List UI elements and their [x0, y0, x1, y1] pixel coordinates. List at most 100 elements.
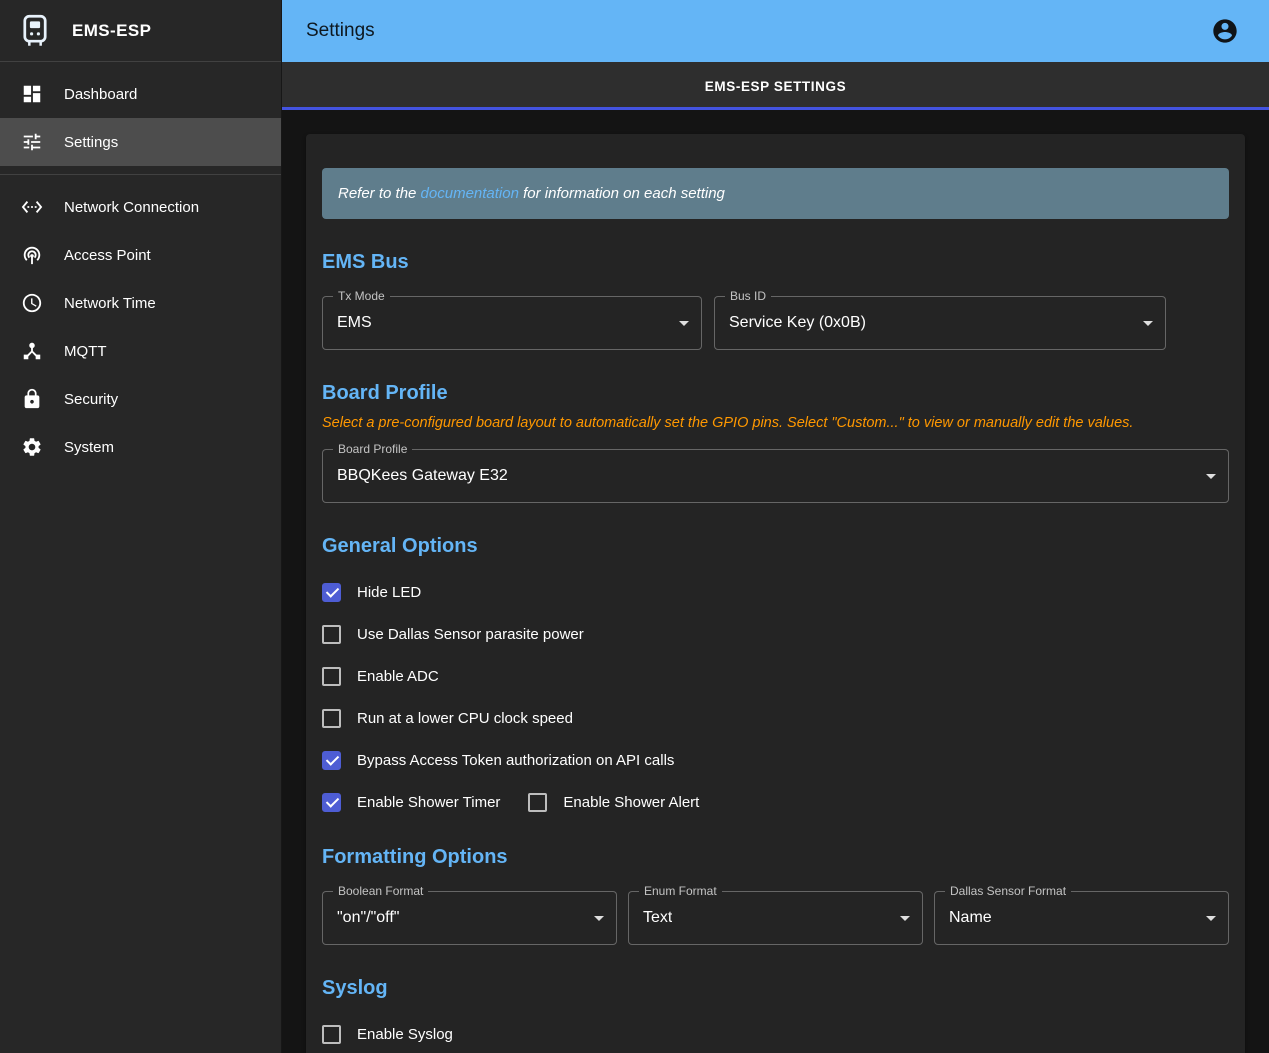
checkbox-row-enable-syslog[interactable]: Enable Syslog — [322, 1022, 1229, 1046]
content-area: Refer to the documentation for informati… — [282, 110, 1269, 1053]
page-title: Settings — [306, 20, 375, 42]
section-title-ems-bus: EMS Bus — [322, 251, 1229, 274]
section-title-general-options: General Options — [322, 535, 1229, 558]
checkbox-label: Enable ADC — [357, 668, 439, 685]
tab-ems-esp-settings[interactable]: EMS-ESP SETTINGS — [282, 62, 1269, 110]
info-banner: Refer to the documentation for informati… — [322, 168, 1229, 219]
board-profile-hint: Select a pre-configured board layout to … — [322, 415, 1229, 431]
dropdown-arrow-icon — [1143, 321, 1153, 326]
sidebar-nav: Dashboard Settings Network Connection — [0, 62, 281, 471]
dallas-sensor-format-select[interactable]: Dallas Sensor Format Name — [934, 891, 1229, 945]
sidebar-item-label: Security — [64, 391, 118, 408]
boolean-format-select[interactable]: Boolean Format "on"/"off" — [322, 891, 617, 945]
field-label: Boolean Format — [333, 884, 428, 899]
checkbox[interactable] — [322, 1025, 341, 1044]
documentation-link[interactable]: documentation — [421, 185, 519, 202]
tab-indicator — [282, 107, 1269, 110]
checkbox-row-enable-adc[interactable]: Enable ADC — [322, 664, 1229, 688]
checkbox[interactable] — [322, 709, 341, 728]
checkbox-label: Enable Shower Alert — [563, 794, 699, 811]
checkbox[interactable] — [322, 583, 341, 602]
shower-options-row: Enable Shower Timer Enable Shower Alert — [322, 790, 1229, 814]
field-value: "on"/"off" — [337, 909, 399, 927]
dashboard-icon — [20, 82, 44, 106]
section-title-formatting-options: Formatting Options — [322, 846, 1229, 869]
dropdown-arrow-icon — [900, 916, 910, 921]
app-title: EMS-ESP — [72, 21, 151, 41]
ems-esp-logo-icon — [20, 13, 50, 49]
sidebar-item-label: Settings — [64, 134, 118, 151]
tab-bar: EMS-ESP SETTINGS — [282, 62, 1269, 110]
dropdown-arrow-icon — [1206, 916, 1216, 921]
bus-id-select[interactable]: Bus ID Service Key (0x0B) — [714, 296, 1166, 350]
banner-text-prefix: Refer to the — [338, 185, 421, 202]
lock-icon — [20, 387, 44, 411]
sidebar-item-access-point[interactable]: Access Point — [0, 231, 281, 279]
gear-icon — [20, 435, 44, 459]
checkbox-row-shower-alert[interactable]: Enable Shower Alert — [528, 793, 699, 812]
sidebar-item-network-time[interactable]: Network Time — [0, 279, 281, 327]
checkbox[interactable] — [322, 751, 341, 770]
field-label: Board Profile — [333, 442, 412, 457]
checkbox-row-bypass-token[interactable]: Bypass Access Token authorization on API… — [322, 748, 1229, 772]
device-hub-icon — [20, 339, 44, 363]
field-value: Name — [949, 909, 992, 927]
sidebar-item-label: MQTT — [64, 343, 107, 360]
sidebar-item-label: Network Connection — [64, 199, 199, 216]
ethernet-icon — [20, 195, 44, 219]
field-value: Service Key (0x0B) — [729, 314, 866, 332]
sidebar: EMS-ESP Dashboard Settings Networ — [0, 0, 282, 1053]
sidebar-item-security[interactable]: Security — [0, 375, 281, 423]
settings-card: Refer to the documentation for informati… — [306, 134, 1245, 1053]
field-label: Enum Format — [639, 884, 722, 899]
field-label: Tx Mode — [333, 289, 390, 304]
ems-bus-fields: Tx Mode EMS Bus ID Service Key (0x0B) — [322, 296, 1229, 350]
app-root: EMS-ESP Dashboard Settings Networ — [0, 0, 1269, 1053]
account-circle-icon[interactable] — [1205, 11, 1245, 51]
sidebar-divider — [0, 174, 281, 175]
section-title-board-profile: Board Profile — [322, 382, 1229, 405]
field-value: BBQKees Gateway E32 — [337, 467, 508, 485]
checkbox-row-lower-cpu-clock[interactable]: Run at a lower CPU clock speed — [322, 706, 1229, 730]
board-profile-select[interactable]: Board Profile BBQKees Gateway E32 — [322, 449, 1229, 503]
sidebar-item-mqtt[interactable]: MQTT — [0, 327, 281, 375]
sidebar-item-label: Access Point — [64, 247, 151, 264]
field-value: EMS — [337, 314, 372, 332]
main-column: Settings EMS-ESP SETTINGS Refer to the d… — [282, 0, 1269, 1053]
checkbox[interactable] — [322, 625, 341, 644]
section-title-syslog: Syslog — [322, 977, 1229, 1000]
sidebar-item-settings[interactable]: Settings — [0, 118, 281, 166]
field-label: Bus ID — [725, 289, 771, 304]
checkbox-label: Bypass Access Token authorization on API… — [357, 752, 674, 769]
field-label: Dallas Sensor Format — [945, 884, 1071, 899]
clock-icon — [20, 291, 44, 315]
checkbox-label: Run at a lower CPU clock speed — [357, 710, 573, 727]
sidebar-item-label: System — [64, 439, 114, 456]
checkbox[interactable] — [528, 793, 547, 812]
tx-mode-select[interactable]: Tx Mode EMS — [322, 296, 702, 350]
banner-text-suffix: for information on each setting — [519, 185, 725, 202]
sidebar-item-label: Dashboard — [64, 86, 137, 103]
sidebar-item-network-connection[interactable]: Network Connection — [0, 183, 281, 231]
formatting-fields: Boolean Format "on"/"off" Enum Format Te… — [322, 891, 1229, 945]
checkbox[interactable] — [322, 793, 341, 812]
dropdown-arrow-icon — [679, 321, 689, 326]
checkbox-label: Use Dallas Sensor parasite power — [357, 626, 584, 643]
wifi-tethering-icon — [20, 243, 44, 267]
dropdown-arrow-icon — [1206, 474, 1216, 479]
sidebar-item-dashboard[interactable]: Dashboard — [0, 70, 281, 118]
checkbox-label: Enable Shower Timer — [357, 794, 500, 811]
sidebar-header: EMS-ESP — [0, 0, 281, 62]
checkbox[interactable] — [322, 667, 341, 686]
sidebar-item-system[interactable]: System — [0, 423, 281, 471]
tune-icon — [20, 130, 44, 154]
field-value: Text — [643, 909, 672, 927]
appbar: Settings — [282, 0, 1269, 62]
dropdown-arrow-icon — [594, 916, 604, 921]
checkbox-row-hide-led[interactable]: Hide LED — [322, 580, 1229, 604]
checkbox-row-dallas-parasite[interactable]: Use Dallas Sensor parasite power — [322, 622, 1229, 646]
enum-format-select[interactable]: Enum Format Text — [628, 891, 923, 945]
checkbox-label: Hide LED — [357, 584, 421, 601]
sidebar-item-label: Network Time — [64, 295, 156, 312]
checkbox-row-shower-timer[interactable]: Enable Shower Timer — [322, 793, 500, 812]
